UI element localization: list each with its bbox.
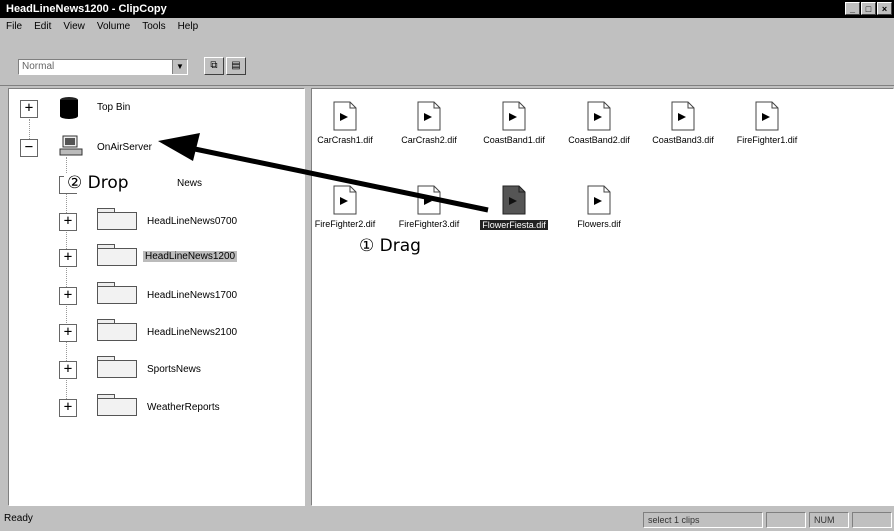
drag-annotation: ① Drag bbox=[356, 236, 424, 256]
status-blank bbox=[852, 512, 892, 528]
drag-arrow bbox=[158, 133, 489, 213]
status-num: NUM bbox=[809, 512, 849, 528]
status-blank bbox=[766, 512, 806, 528]
status-bar: Ready select 1 clips NUM bbox=[0, 509, 894, 531]
status-selection: select 1 clips bbox=[643, 512, 763, 528]
status-text: Ready bbox=[4, 513, 33, 524]
drop-annotation: ② Drop bbox=[64, 173, 132, 193]
